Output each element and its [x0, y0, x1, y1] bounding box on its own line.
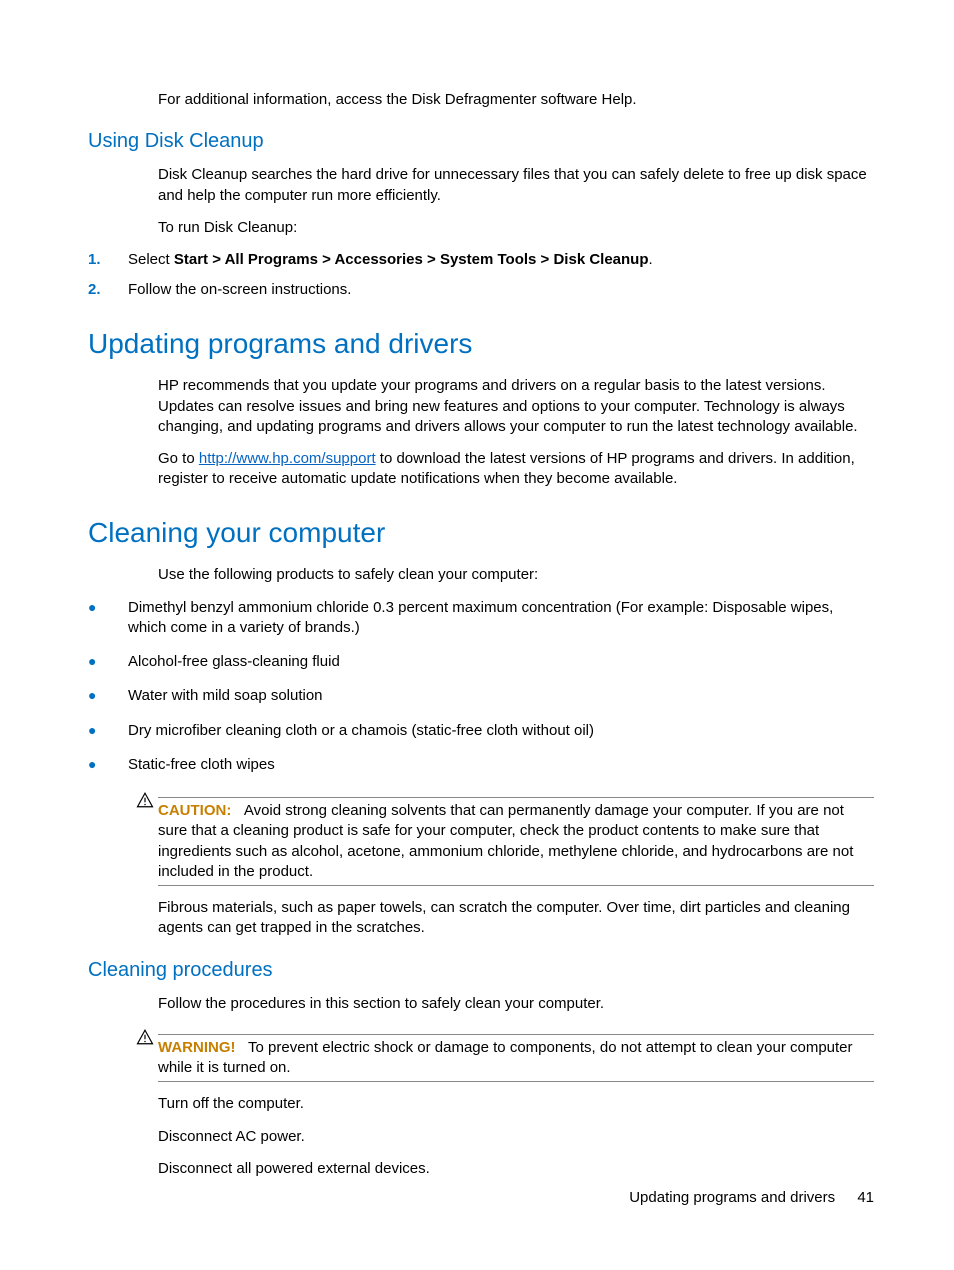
heading-disk-cleanup: Using Disk Cleanup: [88, 128, 874, 155]
page-number: 41: [857, 1189, 874, 1206]
bullet-icon: ●: [88, 598, 128, 639]
intro-paragraph: For additional information, access the D…: [158, 90, 874, 110]
warning-label: WARNING!: [158, 1039, 236, 1056]
step-text: Follow the on-screen instructions.: [128, 280, 351, 300]
caution-text: [236, 802, 244, 819]
bullet-icon: ●: [88, 755, 128, 775]
step-text: Select Start > All Programs > Accessorie…: [128, 250, 653, 270]
list-item: ●Alcohol-free glass-cleaning fluid: [88, 652, 874, 672]
caution-label: CAUTION:: [158, 802, 231, 819]
bullet-icon: ●: [88, 721, 128, 741]
caution-icon: [136, 791, 154, 809]
procedures-intro: Follow the procedures in this section to…: [158, 994, 874, 1014]
step-number: 2.: [88, 280, 128, 300]
list-item: ●Dry microfiber cleaning cloth or a cham…: [88, 721, 874, 741]
fibrous-materials: Fibrous materials, such as paper towels,…: [158, 898, 874, 939]
heading-updating-programs: Updating programs and drivers: [88, 325, 874, 363]
turn-off: Turn off the computer.: [158, 1094, 874, 1114]
warning-body: To prevent electric shock or damage to c…: [158, 1039, 853, 1076]
list-item: ●Water with mild soap solution: [88, 686, 874, 706]
step-number: 1.: [88, 250, 128, 270]
disk-cleanup-desc: Disk Cleanup searches the hard drive for…: [158, 165, 874, 206]
support-link[interactable]: http://www.hp.com/support: [199, 450, 376, 467]
disk-cleanup-run: To run Disk Cleanup:: [158, 218, 874, 238]
page-footer: Updating programs and drivers 41: [629, 1188, 874, 1208]
heading-cleaning-procedures: Cleaning procedures: [88, 957, 874, 984]
warning-icon: [136, 1028, 154, 1046]
caution-body: Avoid strong cleaning solvents that can …: [158, 802, 853, 880]
list-item: ●Dimethyl benzyl ammonium chloride 0.3 p…: [88, 598, 874, 639]
cleaning-intro: Use the following products to safely cle…: [158, 565, 874, 585]
heading-cleaning-computer: Cleaning your computer: [88, 514, 874, 552]
step-2: 2. Follow the on-screen instructions.: [88, 280, 874, 300]
footer-text: Updating programs and drivers: [629, 1189, 835, 1206]
disconnect-devices: Disconnect all powered external devices.: [158, 1159, 874, 1179]
bullet-icon: ●: [88, 652, 128, 672]
step-1: 1. Select Start > All Programs > Accesso…: [88, 250, 874, 270]
updating-link-para: Go to http://www.hp.com/support to downl…: [158, 449, 874, 490]
list-item: ●Static-free cloth wipes: [88, 755, 874, 775]
updating-desc: HP recommends that you update your progr…: [158, 376, 874, 437]
bullet-icon: ●: [88, 686, 128, 706]
disconnect-ac: Disconnect AC power.: [158, 1127, 874, 1147]
